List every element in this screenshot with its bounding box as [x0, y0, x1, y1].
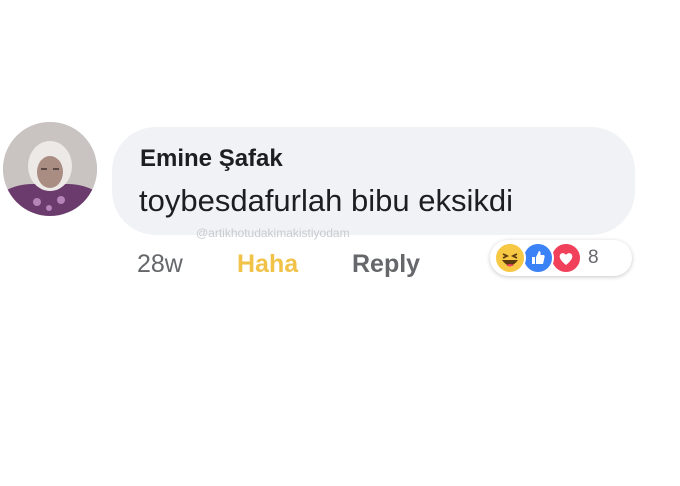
comment-author[interactable]: Emine Şafak [140, 145, 283, 173]
haha-emoji-icon [494, 242, 526, 274]
reply-button[interactable]: Reply [352, 250, 420, 279]
commenter-avatar[interactable] [3, 122, 97, 216]
watermark: @artikhotudakimakistiyodam [196, 226, 350, 240]
comment-bubble: Emine Şafak toybesdafurlah bibu eksikdi [112, 127, 635, 235]
comment-timestamp[interactable]: 28w [137, 250, 183, 279]
haha-reaction-button[interactable]: Haha [237, 250, 298, 279]
reactions-summary[interactable]: 8 [490, 240, 632, 276]
like-icon [522, 242, 554, 274]
love-icon [550, 242, 582, 274]
comment-text: toybesdafurlah bibu eksikdi [139, 183, 513, 218]
reaction-count: 8 [588, 247, 599, 268]
